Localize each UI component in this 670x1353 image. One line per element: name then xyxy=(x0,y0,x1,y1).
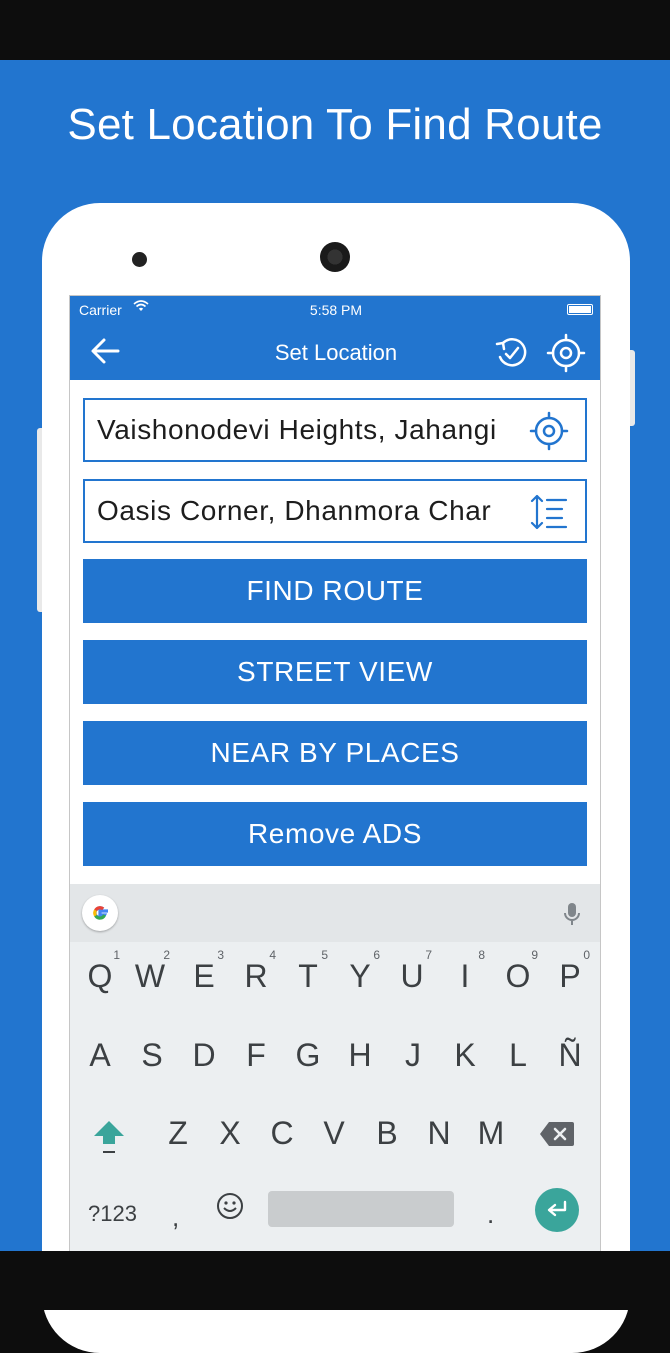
app-toolbar: Set Location xyxy=(70,324,600,380)
destination-location-field[interactable]: Oasis Corner, Dhanmora Char xyxy=(83,479,587,543)
shift-icon[interactable] xyxy=(92,1118,126,1158)
key-p[interactable]: P0 xyxy=(550,948,590,995)
remove-ads-button[interactable]: Remove ADS xyxy=(83,802,587,866)
black-top-bar xyxy=(0,0,670,60)
key-u[interactable]: U7 xyxy=(392,948,432,995)
key-f[interactable]: F xyxy=(236,1037,276,1074)
key-r[interactable]: R4 xyxy=(236,948,276,995)
source-location-field[interactable]: Vaishonodevi Heights, Jahangi xyxy=(83,398,587,462)
key-s[interactable]: S xyxy=(132,1037,172,1074)
gps-target-icon[interactable] xyxy=(546,333,586,373)
battery-icon xyxy=(567,304,593,315)
key-x[interactable]: X xyxy=(210,1115,250,1152)
history-icon[interactable] xyxy=(493,334,531,372)
gps-target-icon[interactable] xyxy=(529,411,569,451)
key-t[interactable]: T5 xyxy=(288,948,328,995)
status-time: 5:58 PM xyxy=(309,302,363,318)
comma-key[interactable]: , xyxy=(172,1202,179,1233)
key-label: W xyxy=(134,958,166,994)
key-j[interactable]: J xyxy=(393,1037,433,1074)
key-alt-number: 6 xyxy=(373,948,380,962)
earpiece-speaker xyxy=(320,242,350,272)
key-alt-number: 0 xyxy=(583,948,590,962)
status-bar: Carrier 5:58 PM xyxy=(70,296,600,324)
soft-keyboard: Q1W2E3R4T5Y6U7I8O9P0 ASDFGHJKLÑ ZXCVBNM … xyxy=(70,884,600,1294)
key-alt-number: 7 xyxy=(425,948,432,962)
near-by-places-button[interactable]: NEAR BY PLACES xyxy=(83,721,587,785)
key-label: U xyxy=(400,958,424,994)
key-label: E xyxy=(193,958,215,994)
key-label: T xyxy=(298,958,318,994)
key-alt-number: 2 xyxy=(163,948,170,962)
street-view-button[interactable]: STREET VIEW xyxy=(83,640,587,704)
key-z[interactable]: Z xyxy=(158,1115,198,1152)
find-route-button[interactable]: FIND ROUTE xyxy=(83,559,587,623)
keyboard-suggestion-strip xyxy=(70,884,600,942)
key-label: O xyxy=(505,958,531,994)
key-alt-number: 5 xyxy=(321,948,328,962)
key-b[interactable]: B xyxy=(367,1115,407,1152)
key-k[interactable]: K xyxy=(445,1037,485,1074)
key-alt-number: 8 xyxy=(478,948,485,962)
key-label: R xyxy=(244,958,268,994)
period-key[interactable]: . xyxy=(487,1199,494,1230)
key-l[interactable]: L xyxy=(498,1037,538,1074)
key-label: Q xyxy=(87,958,113,994)
key-alt-number: 4 xyxy=(269,948,276,962)
phone-screen: Carrier 5:58 PM Set Location Vaishonodev… xyxy=(69,295,601,1295)
key-i[interactable]: I8 xyxy=(445,948,485,995)
key-n[interactable]: N xyxy=(419,1115,459,1152)
key-n-tilde[interactable]: Ñ xyxy=(550,1037,590,1074)
space-bar[interactable] xyxy=(268,1191,454,1227)
key-c[interactable]: C xyxy=(262,1115,302,1152)
key-alt-number: 1 xyxy=(113,948,120,962)
key-v[interactable]: V xyxy=(314,1115,354,1152)
key-e[interactable]: E3 xyxy=(184,948,224,995)
key-label: Y xyxy=(349,958,371,994)
key-label: I xyxy=(460,958,470,994)
enter-arrow-icon xyxy=(547,1200,567,1217)
key-y[interactable]: Y6 xyxy=(340,948,380,995)
microphone-icon[interactable] xyxy=(562,901,582,927)
key-d[interactable]: D xyxy=(184,1037,224,1074)
destination-location-value[interactable]: Oasis Corner, Dhanmora Char xyxy=(97,495,527,527)
key-g[interactable]: G xyxy=(288,1037,328,1074)
google-icon[interactable] xyxy=(82,895,118,931)
key-alt-number: 3 xyxy=(217,948,224,962)
promo-headline: Set Location To Find Route xyxy=(67,100,603,149)
key-a[interactable]: A xyxy=(80,1037,120,1074)
key-m[interactable]: M xyxy=(471,1115,511,1152)
front-camera xyxy=(132,252,147,267)
key-label: P xyxy=(559,958,581,994)
key-o[interactable]: O9 xyxy=(498,948,538,995)
source-location-value[interactable]: Vaishonodevi Heights, Jahangi xyxy=(97,414,527,446)
swap-list-icon[interactable] xyxy=(529,492,569,532)
emoji-icon[interactable] xyxy=(215,1191,245,1221)
backspace-icon[interactable] xyxy=(539,1121,575,1147)
key-alt-number: 9 xyxy=(531,948,538,962)
black-bottom-bar xyxy=(0,1251,670,1310)
symbols-key[interactable]: ?123 xyxy=(88,1201,137,1227)
enter-key[interactable] xyxy=(535,1188,579,1232)
key-h[interactable]: H xyxy=(340,1037,380,1074)
key-w[interactable]: W2 xyxy=(130,948,170,995)
key-q[interactable]: Q1 xyxy=(80,948,120,995)
